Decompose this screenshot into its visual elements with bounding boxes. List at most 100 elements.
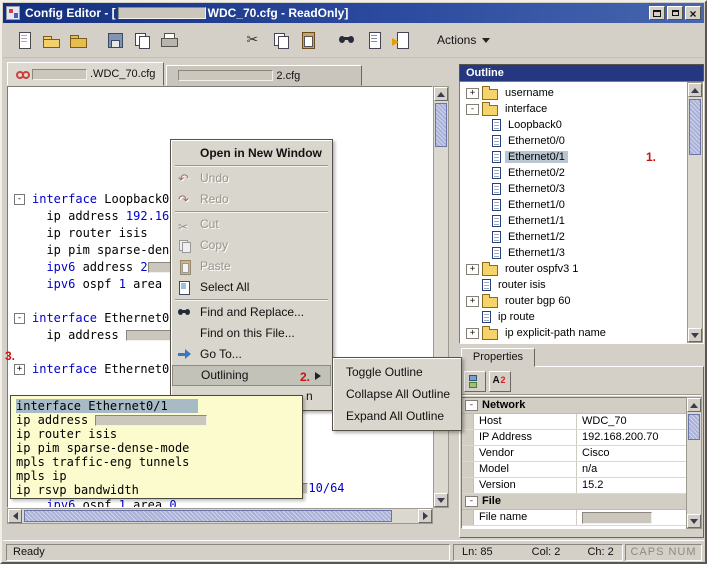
tab-config-2[interactable]: 2.cfg [166,65,362,86]
tree-expander[interactable]: + [466,328,479,339]
editor-horizontal-scrollbar[interactable] [7,508,433,524]
properties-scrollbar[interactable] [686,397,702,529]
menu-item-go-to[interactable]: Go To... [172,344,331,365]
open-file-icon [41,30,61,50]
close-button[interactable] [685,6,701,20]
maximize-button[interactable] [667,6,683,20]
status-line: Ln: 85 [462,545,493,560]
property-key: Vendor [474,446,577,461]
outline-tree[interactable]: +username-interfaceLoopback0Ethernet0/0E… [459,81,704,344]
new-file-button[interactable] [11,28,36,53]
sort-alphabetical-button[interactable] [489,371,511,392]
scroll-up-button[interactable] [688,83,702,97]
print-button[interactable] [156,28,181,53]
property-category-file[interactable]: -File [462,494,701,510]
outline-item-router-bgp-60[interactable]: +router bgp 60 [460,293,703,309]
outline-item-ethernet0-1[interactable]: Ethernet0/1 [460,149,703,165]
minimize-button[interactable] [649,6,665,20]
outline-item-loopback0[interactable]: Loopback0 [460,117,703,133]
outline-item-ethernet0-3[interactable]: Ethernet0/3 [460,181,703,197]
outline-item-label: Loopback0 [505,119,565,131]
status-caps-num: CAPS NUM [625,544,702,561]
tab-properties[interactable]: Properties [461,348,535,367]
outline-item-ethernet1-1[interactable]: Ethernet1/1 [460,213,703,229]
fold-toggle[interactable]: - [14,313,25,324]
folder-button[interactable] [65,28,90,53]
undo-icon [177,171,193,187]
category-expander[interactable]: - [465,496,478,507]
scroll-up-button[interactable] [434,87,448,101]
save-all-icon [132,30,152,50]
submenu-item-collapse-all-outline[interactable]: Collapse All Outline [334,383,460,405]
fold-toggle[interactable]: - [14,194,25,205]
property-row-file-name[interactable]: File name [462,510,701,526]
fold-toggle[interactable]: + [14,364,25,375]
menu-item-find-on-this-file[interactable]: Find on this File... [172,323,331,344]
redacted-text [178,70,273,81]
tree-expander[interactable]: + [466,296,479,307]
outline-item-ethernet0-2[interactable]: Ethernet0/2 [460,165,703,181]
scroll-down-button[interactable] [688,328,702,342]
outline-item-ethernet0-0[interactable]: Ethernet0/0 [460,133,703,149]
scroll-thumb[interactable] [24,510,392,522]
document-button[interactable] [361,28,386,53]
outline-item-username[interactable]: +username [460,85,703,101]
open-file-button[interactable] [38,28,63,53]
submenu-item-toggle-outline[interactable]: Toggle Outline [334,361,460,383]
scroll-up-button[interactable] [687,398,701,412]
property-row-version[interactable]: Version15.2 [462,478,701,494]
outline-item-ethernet1-2[interactable]: Ethernet1/2 [460,229,703,245]
category-expander[interactable]: - [465,400,478,411]
category-label: Network [482,398,525,413]
paste-button[interactable] [295,28,320,53]
property-key: Model [474,462,577,477]
document-goto-icon [391,30,411,50]
outline-item-ethernet1-3[interactable]: Ethernet1/3 [460,245,703,261]
outline-item-ethernet1-0[interactable]: Ethernet1/0 [460,197,703,213]
submenu-items: Toggle OutlineCollapse All OutlineExpand… [334,361,460,427]
find-button[interactable] [334,28,359,53]
save-button[interactable] [102,28,127,53]
outline-item-interface[interactable]: -interface [460,101,703,117]
submenu-item-expand-all-outline[interactable]: Expand All Outline [334,405,460,427]
scroll-right-button[interactable] [418,509,432,523]
property-category-network[interactable]: -Network [462,398,701,414]
property-row-ip-address[interactable]: IP Address192.168.200.70 [462,430,701,446]
scroll-thumb[interactable] [688,414,700,440]
tree-expander[interactable]: - [466,104,479,115]
tree-expander[interactable]: + [466,264,479,275]
menu-item-find-and-replace[interactable]: Find and Replace... [172,302,331,323]
copy-icon [271,30,291,50]
menu-item-redo: Redo [172,189,331,210]
properties-grid[interactable]: -NetworkHostWDC_70IP Address192.168.200.… [461,397,702,529]
dropdown-arrow-icon [482,38,490,47]
menu-item-open-in-new-window[interactable]: Open in New Window [172,143,331,164]
tab-config-1[interactable]: .WDC_70.cfg [7,62,164,86]
menu-item-select-all[interactable]: Select All [172,277,331,298]
property-row-vendor[interactable]: VendorCisco [462,446,701,462]
copy-button[interactable] [268,28,293,53]
outline-item-ip-route[interactable]: ip route [460,309,703,325]
editor-line [32,89,432,106]
cut-button[interactable] [241,28,266,53]
tree-expander[interactable]: + [466,88,479,99]
document-goto-button[interactable] [388,28,413,53]
print-icon [159,30,179,50]
outline-item-ip-explicit-path-name[interactable]: +ip explicit-path name [460,325,703,341]
outline-item-router-isis[interactable]: router isis [460,277,703,293]
property-row-model[interactable]: Modeln/a [462,462,701,478]
outline-item-label: Ethernet0/3 [505,183,568,195]
maximize-icon [672,10,679,16]
categorized-button[interactable] [464,371,486,392]
scroll-thumb[interactable] [435,103,447,147]
actions-button[interactable]: Actions [431,28,496,52]
scroll-down-button[interactable] [434,493,448,507]
save-all-button[interactable] [129,28,154,53]
scroll-down-button[interactable] [687,514,701,528]
property-row-host[interactable]: HostWDC_70 [462,414,701,430]
scroll-thumb[interactable] [689,99,701,155]
scroll-left-button[interactable] [8,509,22,523]
editor-vertical-scrollbar[interactable] [433,86,449,508]
outline-scrollbar[interactable] [687,82,703,343]
outline-item-router-ospfv3-1[interactable]: +router ospfv3 1 [460,261,703,277]
